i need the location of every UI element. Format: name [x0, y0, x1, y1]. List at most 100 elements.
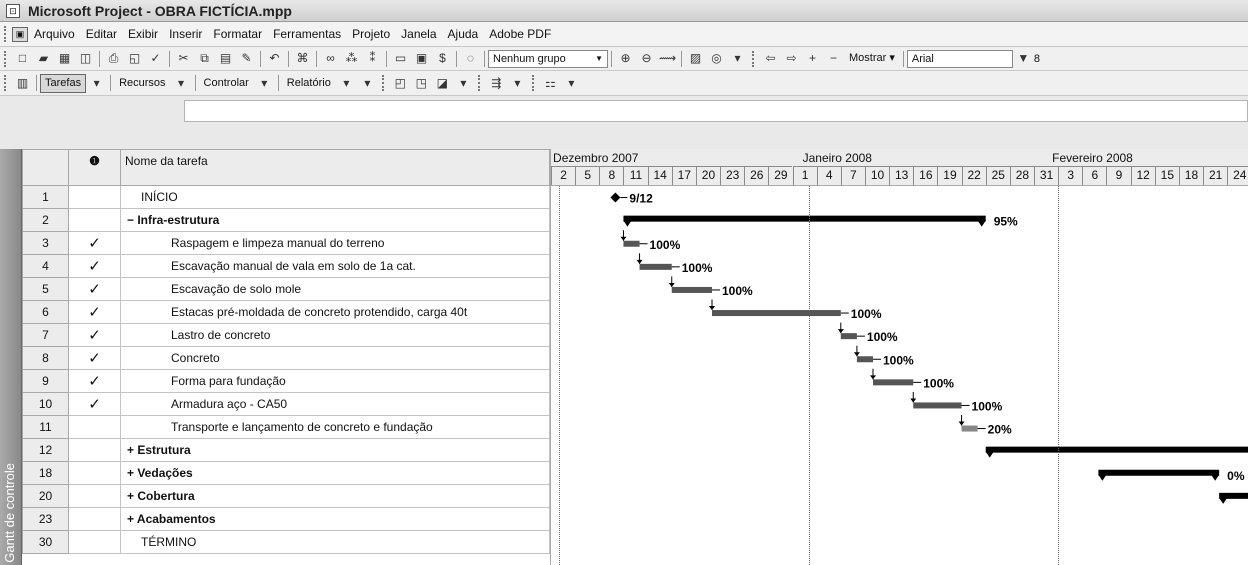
- table-row[interactable]: 8 ✓ Concreto: [22, 346, 550, 370]
- menu-adobe-pdf[interactable]: Adobe PDF: [489, 27, 551, 41]
- task-bar[interactable]: [856, 356, 873, 363]
- select-all-cell[interactable]: [22, 149, 69, 186]
- task-bar[interactable]: [639, 263, 672, 270]
- menu-ajuda[interactable]: Ajuda: [448, 27, 479, 41]
- task-bar[interactable]: [712, 310, 841, 317]
- table-row[interactable]: 5 ✓ Escavação de solo mole: [22, 277, 550, 301]
- dependency-arrow[interactable]: [709, 306, 715, 311]
- show-subtasks-icon[interactable]: +: [804, 50, 821, 67]
- menu-exibir[interactable]: Exibir: [128, 27, 158, 41]
- table-row[interactable]: 9 ✓ Forma para fundação: [22, 369, 550, 393]
- table-row[interactable]: 11 Transporte e lançamento de concreto e …: [22, 415, 550, 439]
- summary-right-cap[interactable]: [1211, 474, 1220, 481]
- copy-icon[interactable]: ⧉: [196, 50, 213, 67]
- organizer-icon[interactable]: ⚏: [542, 75, 559, 92]
- task-name[interactable]: Transporte e lançamento de concreto e fu…: [120, 415, 550, 439]
- toolbar-options-icon[interactable]: ▾: [509, 75, 526, 92]
- row-id[interactable]: 4: [22, 254, 69, 278]
- summary-right-cap[interactable]: [977, 220, 986, 227]
- task-name[interactable]: Escavação de solo mole: [120, 277, 550, 301]
- entry-input[interactable]: [184, 100, 1248, 122]
- document-menu-icon[interactable]: ▣: [12, 26, 28, 42]
- task-name[interactable]: Forma para fundação: [120, 369, 550, 393]
- grip-handle[interactable]: [4, 75, 8, 91]
- group-select[interactable]: Nenhum grupo ▼: [488, 49, 608, 68]
- font-size-value[interactable]: 8: [1034, 53, 1040, 65]
- table-row[interactable]: 6 ✓ Estacas pré-moldada de concreto proten…: [22, 300, 550, 324]
- arrow-left-icon[interactable]: ⇦: [762, 50, 779, 67]
- menu-janela[interactable]: Janela: [401, 27, 436, 41]
- row-id[interactable]: 23: [22, 507, 69, 531]
- view-bar-icon[interactable]: ▥: [14, 75, 31, 92]
- menu-editar[interactable]: Editar: [86, 27, 117, 41]
- task-info-icon[interactable]: ▭: [392, 50, 409, 67]
- task-name[interactable]: INÍCIO: [120, 185, 550, 209]
- network-diagram-icon[interactable]: ⇶: [488, 75, 505, 92]
- task-name[interactable]: Lastro de concreto: [120, 323, 550, 347]
- font-select[interactable]: Arial: [906, 49, 1013, 68]
- task-name[interactable]: Concreto: [120, 346, 550, 370]
- unlink-tasks-icon[interactable]: ⁂: [343, 50, 360, 67]
- task-name-column-header[interactable]: Nome da tarefa: [120, 149, 550, 186]
- task-bar[interactable]: [873, 379, 914, 386]
- new-file-icon[interactable]: □: [14, 50, 31, 67]
- dependency-arrow[interactable]: [837, 329, 844, 334]
- task-bar[interactable]: [671, 286, 712, 293]
- row-id[interactable]: 30: [22, 530, 69, 554]
- task-name[interactable]: − Infra-estrutura: [120, 208, 550, 232]
- zoom-in-icon[interactable]: ⊕: [617, 50, 634, 67]
- summary-bar[interactable]: [985, 446, 1248, 453]
- task-bar[interactable]: [623, 240, 640, 247]
- help-icon[interactable]: ◎: [708, 50, 725, 67]
- task-name[interactable]: Escavação manual de vala em solo de 1a c…: [120, 254, 550, 278]
- print-icon[interactable]: ⎙: [105, 50, 122, 67]
- row-id[interactable]: 1: [22, 185, 69, 209]
- dependency-arrow[interactable]: [910, 398, 917, 403]
- row-id[interactable]: 6: [22, 300, 69, 324]
- dependency-arrow[interactable]: [620, 236, 627, 241]
- open-folder-icon[interactable]: ▰: [35, 50, 52, 67]
- permission-icon[interactable]: ◫: [77, 50, 94, 67]
- gantt-bars[interactable]: 9/1295%100%100%100%100%100%100%100%100%2…: [551, 149, 1248, 565]
- show-dropdown[interactable]: Mostrar ▾: [844, 49, 900, 68]
- row-id[interactable]: 5: [22, 277, 69, 301]
- row-id[interactable]: 2: [22, 208, 69, 232]
- resource-view-icon[interactable]: ◪: [434, 75, 451, 92]
- grip-handle[interactable]: [4, 26, 8, 42]
- task-name[interactable]: + Vedações: [120, 461, 550, 485]
- assign-resources-icon[interactable]: $: [434, 50, 451, 67]
- split-task-icon[interactable]: ⁑: [364, 50, 381, 67]
- cut-icon[interactable]: ✂: [175, 50, 192, 67]
- grip-handle[interactable]: [4, 50, 8, 67]
- table-row[interactable]: 2 − Infra-estrutura: [22, 208, 550, 232]
- row-id[interactable]: 3: [22, 231, 69, 255]
- table-row[interactable]: 20 + Cobertura: [22, 484, 550, 508]
- task-bar[interactable]: [913, 402, 962, 409]
- milestone-marker[interactable]: [610, 192, 621, 203]
- print-preview-icon[interactable]: ◱: [126, 50, 143, 67]
- summary-bar[interactable]: [623, 215, 986, 222]
- table-row[interactable]: 4 ✓ Escavação manual de vala em solo de 1a…: [22, 254, 550, 278]
- copy-view-icon[interactable]: ◰: [392, 75, 409, 92]
- menu-projeto[interactable]: Projeto: [352, 27, 390, 41]
- task-name[interactable]: + Acabamentos: [120, 507, 550, 531]
- scroll-to-task-icon[interactable]: ⟿: [659, 50, 676, 67]
- chevron-down-icon[interactable]: ▾: [88, 75, 105, 92]
- chevron-down-icon[interactable]: ▾: [338, 75, 355, 92]
- menu-arquivo[interactable]: Arquivo: [34, 27, 75, 41]
- toolbar-options-icon[interactable]: ▾: [359, 75, 376, 92]
- chevron-down-icon[interactable]: ▼: [591, 51, 603, 67]
- task-name[interactable]: Estacas pré-moldada de concreto protendi…: [120, 300, 550, 324]
- spelling-icon[interactable]: ✓: [147, 50, 164, 67]
- tab-tarefas[interactable]: Tarefas: [40, 73, 87, 93]
- publish-icon[interactable]: ◌: [462, 50, 479, 67]
- chevron-down-icon[interactable]: ▼: [1015, 50, 1032, 67]
- menu-formatar[interactable]: Formatar: [213, 27, 262, 41]
- copy-picture-icon[interactable]: ▨: [687, 50, 704, 67]
- tab-recursos[interactable]: Recursos: [114, 74, 170, 93]
- project-app-icon[interactable]: ⊡: [6, 3, 20, 18]
- grip-handle[interactable]: [531, 75, 536, 91]
- tab-controlar[interactable]: Controlar: [199, 74, 254, 93]
- summary-bar[interactable]: [1098, 469, 1220, 476]
- toolbar-options-icon[interactable]: ▾: [455, 75, 472, 92]
